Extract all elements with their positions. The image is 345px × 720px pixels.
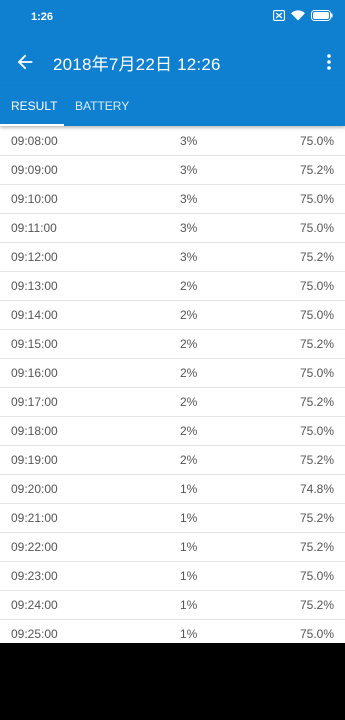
list-item: 09:21:00 1% 75.2%	[0, 503, 345, 533]
list-item: 09:20:00 1% 74.8%	[0, 474, 345, 504]
battery-icon	[311, 10, 333, 21]
row-percent: 1%	[180, 540, 198, 554]
list-item: 09:24:00 1% 75.2%	[0, 590, 345, 620]
app-bar: 2018年7月22日 12:26	[0, 36, 345, 86]
row-time: 09:22:00	[11, 540, 58, 554]
row-value: 75.0%	[299, 134, 334, 148]
row-time: 09:18:00	[11, 424, 58, 438]
wifi-icon	[291, 10, 305, 21]
row-value: 75.0%	[299, 366, 334, 380]
tab-result[interactable]: RESULT	[11, 86, 57, 126]
row-time: 09:13:00	[11, 279, 58, 293]
row-value: 75.0%	[299, 569, 334, 583]
row-percent: 3%	[180, 250, 198, 264]
row-percent: 3%	[180, 221, 198, 235]
row-value: 75.2%	[299, 511, 334, 525]
overflow-menu-icon[interactable]	[325, 52, 333, 72]
list-item: 09:09:00 3% 75.2%	[0, 155, 345, 185]
list-item: 09:19:00 2% 75.2%	[0, 445, 345, 475]
status-time: 1:26	[31, 11, 54, 23]
row-time: 09:10:00	[11, 192, 58, 206]
row-value: 75.2%	[299, 453, 334, 467]
row-percent: 2%	[180, 337, 198, 351]
list-item: 09:13:00 2% 75.0%	[0, 271, 345, 301]
sim-icon	[273, 10, 285, 21]
tab-battery[interactable]: BATTERY	[75, 86, 129, 126]
row-time: 09:15:00	[11, 337, 58, 351]
row-value: 75.0%	[299, 308, 334, 322]
row-percent: 2%	[180, 424, 198, 438]
list-item: 09:16:00 2% 75.0%	[0, 358, 345, 388]
back-arrow-icon[interactable]	[14, 51, 36, 73]
row-value: 75.0%	[299, 424, 334, 438]
status-bar: 1:26	[0, 0, 345, 36]
row-time: 09:25:00	[11, 627, 58, 641]
list-item: 09:18:00 2% 75.0%	[0, 416, 345, 446]
row-value: 75.2%	[299, 540, 334, 554]
row-time: 09:14:00	[11, 308, 58, 322]
row-time: 09:20:00	[11, 482, 58, 496]
row-time: 09:17:00	[11, 395, 58, 409]
list-item: 09:10:00 3% 75.0%	[0, 184, 345, 214]
row-percent: 3%	[180, 163, 198, 177]
row-percent: 1%	[180, 511, 198, 525]
row-time: 09:08:00	[11, 134, 58, 148]
row-percent: 1%	[180, 627, 198, 641]
row-percent: 2%	[180, 453, 198, 467]
list-item: 09:22:00 1% 75.2%	[0, 532, 345, 562]
row-value: 75.2%	[299, 598, 334, 612]
row-value: 74.8%	[299, 482, 334, 496]
row-value: 75.2%	[299, 250, 334, 264]
row-value: 75.2%	[299, 163, 334, 177]
row-time: 09:24:00	[11, 598, 58, 612]
list-item: 09:08:00 3% 75.0%	[0, 126, 345, 156]
row-time: 09:21:00	[11, 511, 58, 525]
row-time: 09:09:00	[11, 163, 58, 177]
list-item: 09:11:00 3% 75.0%	[0, 213, 345, 243]
list-item: 09:17:00 2% 75.2%	[0, 387, 345, 417]
row-time: 09:16:00	[11, 366, 58, 380]
row-percent: 2%	[180, 366, 198, 380]
row-time: 09:11:00	[11, 221, 57, 235]
page-title: 2018年7月22日 12:26	[53, 55, 221, 74]
row-time: 09:23:00	[11, 569, 58, 583]
tab-bar: RESULT BATTERY	[0, 86, 345, 126]
row-percent: 1%	[180, 482, 198, 496]
row-value: 75.0%	[299, 279, 334, 293]
list-item: 09:23:00 1% 75.0%	[0, 561, 345, 591]
row-value: 75.0%	[299, 627, 334, 641]
list-item: 09:12:00 3% 75.2%	[0, 242, 345, 272]
list-item: 09:25:00 1% 75.0%	[0, 619, 345, 643]
row-time: 09:19:00	[11, 453, 58, 467]
row-time: 09:12:00	[11, 250, 58, 264]
list-item: 09:14:00 2% 75.0%	[0, 300, 345, 330]
row-percent: 3%	[180, 134, 198, 148]
result-list[interactable]: 09:08:00 3% 75.0% 09:09:00 3% 75.2% 09:10:00 3%…	[0, 126, 345, 643]
row-percent: 2%	[180, 395, 198, 409]
list-item: 09:15:00 2% 75.2%	[0, 329, 345, 359]
row-percent: 1%	[180, 569, 198, 583]
status-icons	[273, 10, 333, 21]
row-percent: 3%	[180, 192, 198, 206]
row-value: 75.0%	[299, 192, 334, 206]
row-value: 75.0%	[299, 221, 334, 235]
row-percent: 2%	[180, 279, 198, 293]
row-percent: 2%	[180, 308, 198, 322]
row-percent: 1%	[180, 598, 198, 612]
row-value: 75.2%	[299, 395, 334, 409]
row-value: 75.2%	[299, 337, 334, 351]
app-screen: 1:26 2018年7月22日 12:26 RESULT BATTERY 09:…	[0, 0, 345, 643]
